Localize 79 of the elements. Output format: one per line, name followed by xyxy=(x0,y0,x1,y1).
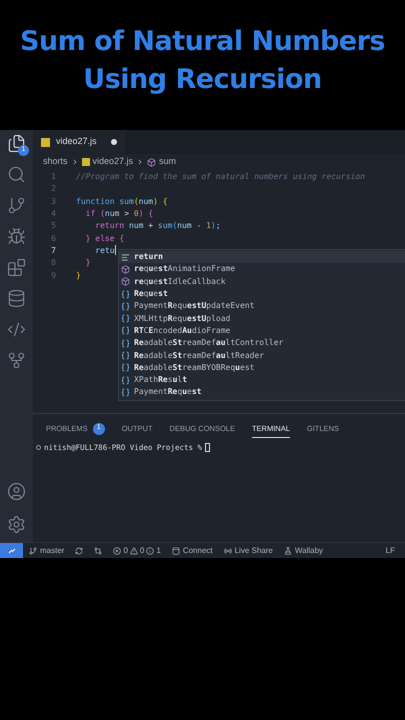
variable-icon xyxy=(121,388,130,397)
search-button[interactable] xyxy=(7,165,26,184)
files-button[interactable] xyxy=(7,134,26,153)
keyword-icon xyxy=(121,252,130,262)
status-item[interactable]: Connect xyxy=(172,544,213,556)
variable-icon xyxy=(121,326,130,336)
code-button[interactable] xyxy=(7,320,26,339)
variable-icon xyxy=(121,290,130,299)
text-cursor xyxy=(114,244,116,255)
editor-tab[interactable]: video27.js xyxy=(33,130,125,154)
video-title: Using Recursion xyxy=(83,63,322,97)
suggestion-item[interactable]: ReadableStreamDefaultController xyxy=(119,337,405,350)
line-number: 5 xyxy=(50,220,57,232)
share-icon xyxy=(224,546,232,554)
breadcrumb-item[interactable]: video27.js xyxy=(92,155,134,169)
variable-icon xyxy=(121,376,130,385)
variable-icon xyxy=(121,338,130,348)
video-title: Sum of Natural Numbers xyxy=(20,25,385,59)
line-number: 1 xyxy=(50,171,57,184)
line-number: 9 xyxy=(50,270,57,282)
account-button[interactable] xyxy=(7,482,26,501)
variable-icon xyxy=(121,302,130,311)
line-number: 3 xyxy=(50,196,57,208)
code-comment: //Program to find the sum of natural numbers using recursion xyxy=(76,171,365,184)
variable-icon xyxy=(121,314,130,324)
js-file-icon xyxy=(82,158,90,166)
info-icon xyxy=(146,546,154,554)
suggestion-item[interactable]: ReadableStreamDefaultReader xyxy=(119,349,405,362)
suggestion-item[interactable]: Request xyxy=(119,288,405,300)
suggestion-item[interactable]: PaymentRequestUpdateEvent xyxy=(119,300,405,312)
error-icon xyxy=(113,546,122,554)
remote-icon xyxy=(8,546,16,554)
line-number: 7 xyxy=(50,244,57,257)
remote-button[interactable] xyxy=(0,543,23,558)
debug-button[interactable] xyxy=(7,227,26,246)
suggestion-item[interactable]: requestIdleCallback xyxy=(119,276,405,288)
cube-icon xyxy=(121,277,130,286)
extensions-button[interactable] xyxy=(7,258,26,277)
status-item[interactable]: LF xyxy=(386,544,395,556)
database-icon xyxy=(172,546,180,554)
line-number: 2 xyxy=(50,183,57,196)
variable-icon xyxy=(121,351,130,360)
breadcrumb-item[interactable]: shorts xyxy=(43,155,68,169)
suggestion-item[interactable]: ReadableStreamBYOBRequest xyxy=(119,362,405,374)
breadcrumb-item[interactable]: sum xyxy=(159,155,176,169)
branch-button[interactable] xyxy=(7,196,26,215)
suggestion-item[interactable]: PaymentRequest xyxy=(119,386,405,399)
line-number: 6 xyxy=(50,232,57,245)
code-line: retu xyxy=(94,244,115,257)
fork-button[interactable] xyxy=(7,351,26,370)
suggestion-item[interactable]: requestAnimationFrame xyxy=(119,263,405,276)
code-line: } else { xyxy=(84,232,124,245)
suggestion-item[interactable]: XPathResult xyxy=(119,374,405,386)
line-number: 8 xyxy=(50,257,57,270)
compare-icon[interactable] xyxy=(94,546,102,554)
warning-icon xyxy=(130,546,138,554)
settings-button[interactable] xyxy=(7,515,26,534)
code-line: } xyxy=(76,270,81,282)
terminal-cursor xyxy=(205,443,210,452)
code-line: if (num > 0) { xyxy=(84,208,154,220)
code-line: return num + sum(num - 1); xyxy=(94,220,221,232)
database-button[interactable] xyxy=(7,289,26,308)
status-item[interactable]: master xyxy=(29,544,64,556)
code-line: } xyxy=(84,257,90,270)
status-item[interactable]: Wallaby xyxy=(284,544,324,556)
variable-icon xyxy=(121,363,130,372)
flask-icon xyxy=(284,546,292,554)
branch-icon xyxy=(29,546,37,554)
line-number: 4 xyxy=(50,208,57,220)
suggestion-item[interactable]: RTCEncodedAudioFrame xyxy=(119,324,405,338)
suggestion-item[interactable]: return xyxy=(119,251,405,264)
suggestion-item[interactable]: XMLHttpRequestUpload xyxy=(119,312,405,325)
problems-status[interactable]: 0 0 1 xyxy=(113,544,161,556)
status-item[interactable]: Live Share xyxy=(224,544,273,556)
cube-icon xyxy=(121,264,130,274)
code-line: function sum(num) { xyxy=(76,196,168,208)
js-file-icon xyxy=(41,138,50,146)
sync-icon[interactable] xyxy=(75,546,84,554)
cube-icon xyxy=(147,158,156,166)
